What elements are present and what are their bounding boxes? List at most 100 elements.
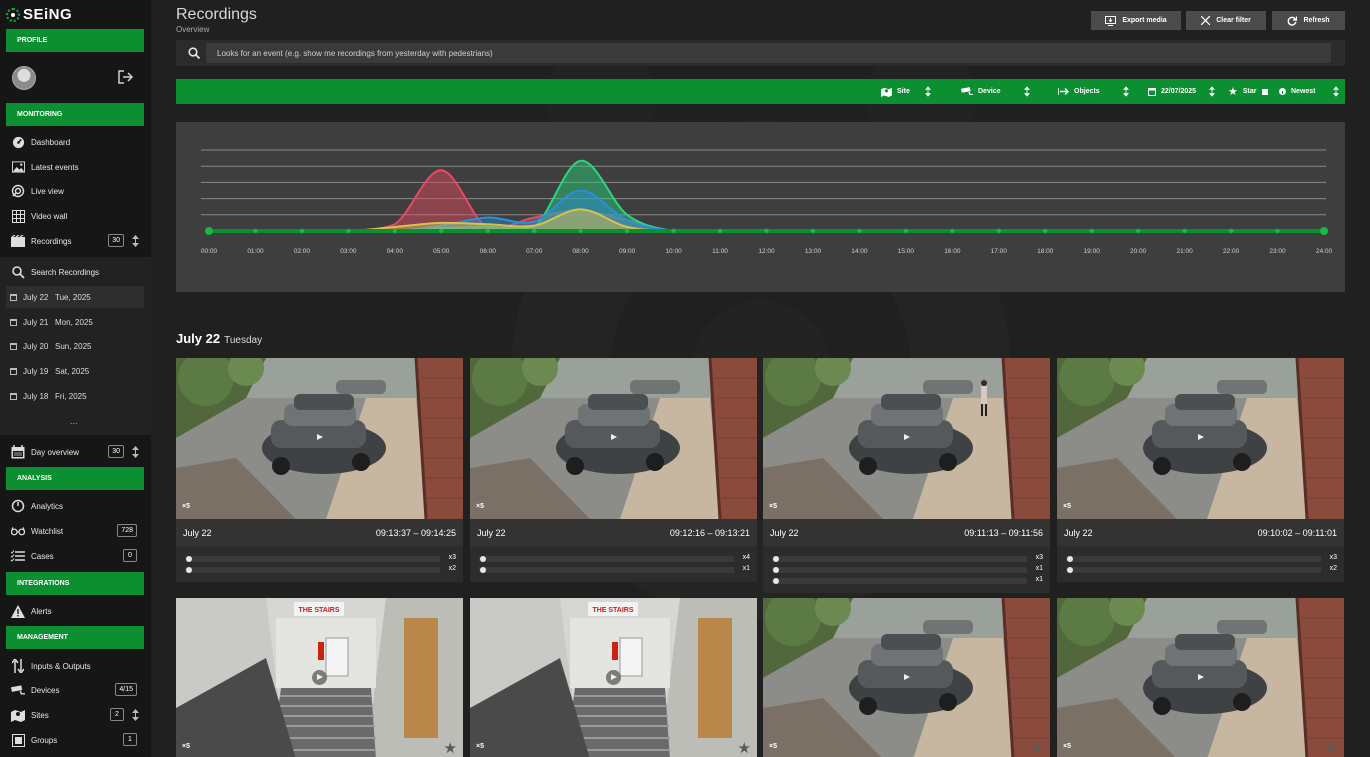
track-count: x1 (1035, 576, 1043, 583)
play-icon[interactable] (899, 430, 914, 445)
object-track[interactable]: x3 (772, 554, 1043, 563)
refresh-button[interactable]: Refresh (1272, 11, 1345, 30)
recording-card[interactable]: ×5 July 22 09:13:37 – 09:14:25 x3 x2 (176, 358, 463, 582)
object-track[interactable]: x3 (1066, 554, 1337, 563)
calendar-icon (1148, 88, 1156, 96)
nav-recordings[interactable]: Recordings 30 (0, 229, 151, 253)
day-item[interactable]: July 18 Fri, 2025 (6, 385, 144, 407)
play-icon[interactable] (1193, 670, 1208, 685)
filter-sort[interactable]: Newest (1279, 79, 1339, 104)
nav-label: Cases (31, 551, 54, 561)
filter-star[interactable]: ★ Star (1228, 79, 1268, 104)
playback-speed: ×5 (769, 503, 777, 510)
filter-date[interactable]: 22/07/2025 (1148, 79, 1216, 104)
chart-series-area (209, 160, 1324, 231)
day-item[interactable]: July 20 Sun, 2025 (6, 335, 144, 357)
nav-search-recordings[interactable]: Search Recordings (0, 260, 151, 284)
activity-chart[interactable]: 00:00 01:00 02:00 03:00 04:00 05:00 06:00 07:00… (176, 122, 1345, 292)
nav-watchlist[interactable]: Watchlist 728 (0, 519, 151, 543)
object-track[interactable]: x2 (185, 565, 456, 574)
camera-icon (11, 683, 25, 697)
recording-card[interactable]: THE STAIRS ×5 ★ (470, 598, 757, 757)
glasses-icon (11, 524, 25, 538)
day-item[interactable]: July 19 Sat, 2025 (6, 360, 144, 382)
nav-dashboard[interactable]: Dashboard (0, 130, 151, 154)
track-count: x3 (1035, 554, 1043, 561)
star-checkbox[interactable] (1261, 88, 1268, 95)
nav-analytics[interactable]: Analytics (0, 494, 151, 518)
recording-card[interactable]: THE STAIRS ×5 ★ (176, 598, 463, 757)
recording-card[interactable]: ×5 ★ (763, 598, 1050, 757)
day-item[interactable]: July 22 Tue, 2025 (6, 286, 144, 308)
filter-objects[interactable]: Objects (1058, 79, 1129, 104)
sort-updown-icon[interactable] (132, 235, 139, 247)
track-bar (772, 567, 1027, 573)
logo[interactable]: SEiNG (6, 6, 72, 23)
nav-label: Latest events (31, 162, 79, 172)
nav-alerts[interactable]: Alerts (0, 599, 151, 623)
filter-site[interactable]: Site (881, 79, 931, 104)
object-track[interactable]: x2 (1066, 565, 1337, 574)
recording-thumbnail[interactable]: THE STAIRS ×5 ★ (176, 598, 463, 757)
nav-cases[interactable]: Cases 0 (0, 544, 151, 568)
recording-thumbnail[interactable]: ×5 (1057, 358, 1344, 519)
star-icon[interactable]: ★ (738, 739, 751, 757)
play-icon[interactable] (606, 670, 621, 685)
day-item[interactable]: July 21 Mon, 2025 (6, 311, 144, 333)
track-count: x1 (742, 565, 750, 572)
object-track[interactable]: x1 (772, 565, 1043, 574)
nav-groups[interactable]: Groups 1 (0, 728, 151, 752)
recording-thumbnail[interactable]: ×5 ★ (1057, 598, 1344, 757)
play-icon[interactable] (312, 670, 327, 685)
chart-x-tick-label: 09:00 (619, 248, 636, 255)
recording-card[interactable]: ×5 July 22 09:11:13 – 09:11:56 x3 x1 x1 (763, 358, 1050, 593)
filter-objects-label: Objects (1074, 88, 1100, 95)
chart-x-tick-label: 20:00 (1130, 248, 1147, 255)
nav-sites[interactable]: Sites 2 (0, 703, 151, 727)
recording-thumbnail[interactable]: ×5 (176, 358, 463, 519)
nav-devices[interactable]: Devices 4/15 (0, 678, 151, 702)
export-media-button[interactable]: Export media (1091, 11, 1181, 30)
timeline-hour-dot (1321, 228, 1327, 234)
nav-live-view[interactable]: Live view (0, 179, 151, 203)
object-track[interactable]: x3 (185, 554, 456, 563)
filter-device[interactable]: Device (961, 79, 1030, 104)
track-bar (1066, 567, 1321, 573)
play-icon[interactable] (312, 430, 327, 445)
clear-filter-button[interactable]: Clear filter (1186, 11, 1266, 30)
chart-series-line (209, 159, 1324, 232)
film-icon (11, 234, 25, 248)
recording-thumbnail[interactable]: ×5 ★ (763, 598, 1050, 757)
nav-inputs-outputs[interactable]: Inputs & Outputs (0, 654, 151, 678)
recording-thumbnail[interactable]: ×5 (763, 358, 1050, 519)
play-icon[interactable] (606, 430, 621, 445)
logout-icon[interactable] (118, 70, 134, 84)
recording-card[interactable]: ×5 July 22 09:10:02 – 09:11:01 x3 x2 (1057, 358, 1344, 582)
object-track[interactable]: x1 (479, 565, 750, 574)
object-track[interactable]: x1 (772, 576, 1043, 585)
more-days[interactable]: ... (70, 416, 78, 426)
recording-card[interactable]: ×5 ★ (1057, 598, 1344, 757)
recording-thumbnail[interactable]: THE STAIRS ×5 ★ (470, 598, 757, 757)
avatar[interactable] (12, 66, 36, 90)
track-count: x2 (448, 565, 456, 572)
search-icon[interactable] (188, 47, 200, 59)
timeline-hour-dot (253, 228, 258, 234)
play-icon[interactable] (1193, 430, 1208, 445)
nav-video-wall[interactable]: Video wall (0, 204, 151, 228)
star-icon[interactable]: ★ (1325, 739, 1338, 757)
event-search-input[interactable] (206, 43, 1331, 63)
sort-updown-icon[interactable] (132, 709, 139, 721)
nav-latest-events[interactable]: Latest events (0, 155, 151, 179)
star-icon[interactable]: ★ (444, 739, 457, 757)
nav-day-overview[interactable]: Day overview 30 (0, 440, 151, 464)
recording-thumbnail[interactable]: ×5 (470, 358, 757, 519)
star-icon[interactable]: ★ (1031, 739, 1044, 757)
timeline-hour-dot (1135, 228, 1141, 234)
recording-card[interactable]: ×5 July 22 09:12:16 – 09:13:21 x4 x1 (470, 358, 757, 582)
play-icon[interactable] (899, 670, 914, 685)
object-track[interactable]: x4 (479, 554, 750, 563)
track-dot (186, 556, 192, 562)
sort-updown-icon[interactable] (132, 446, 139, 458)
recording-date: July 22 (477, 528, 506, 538)
